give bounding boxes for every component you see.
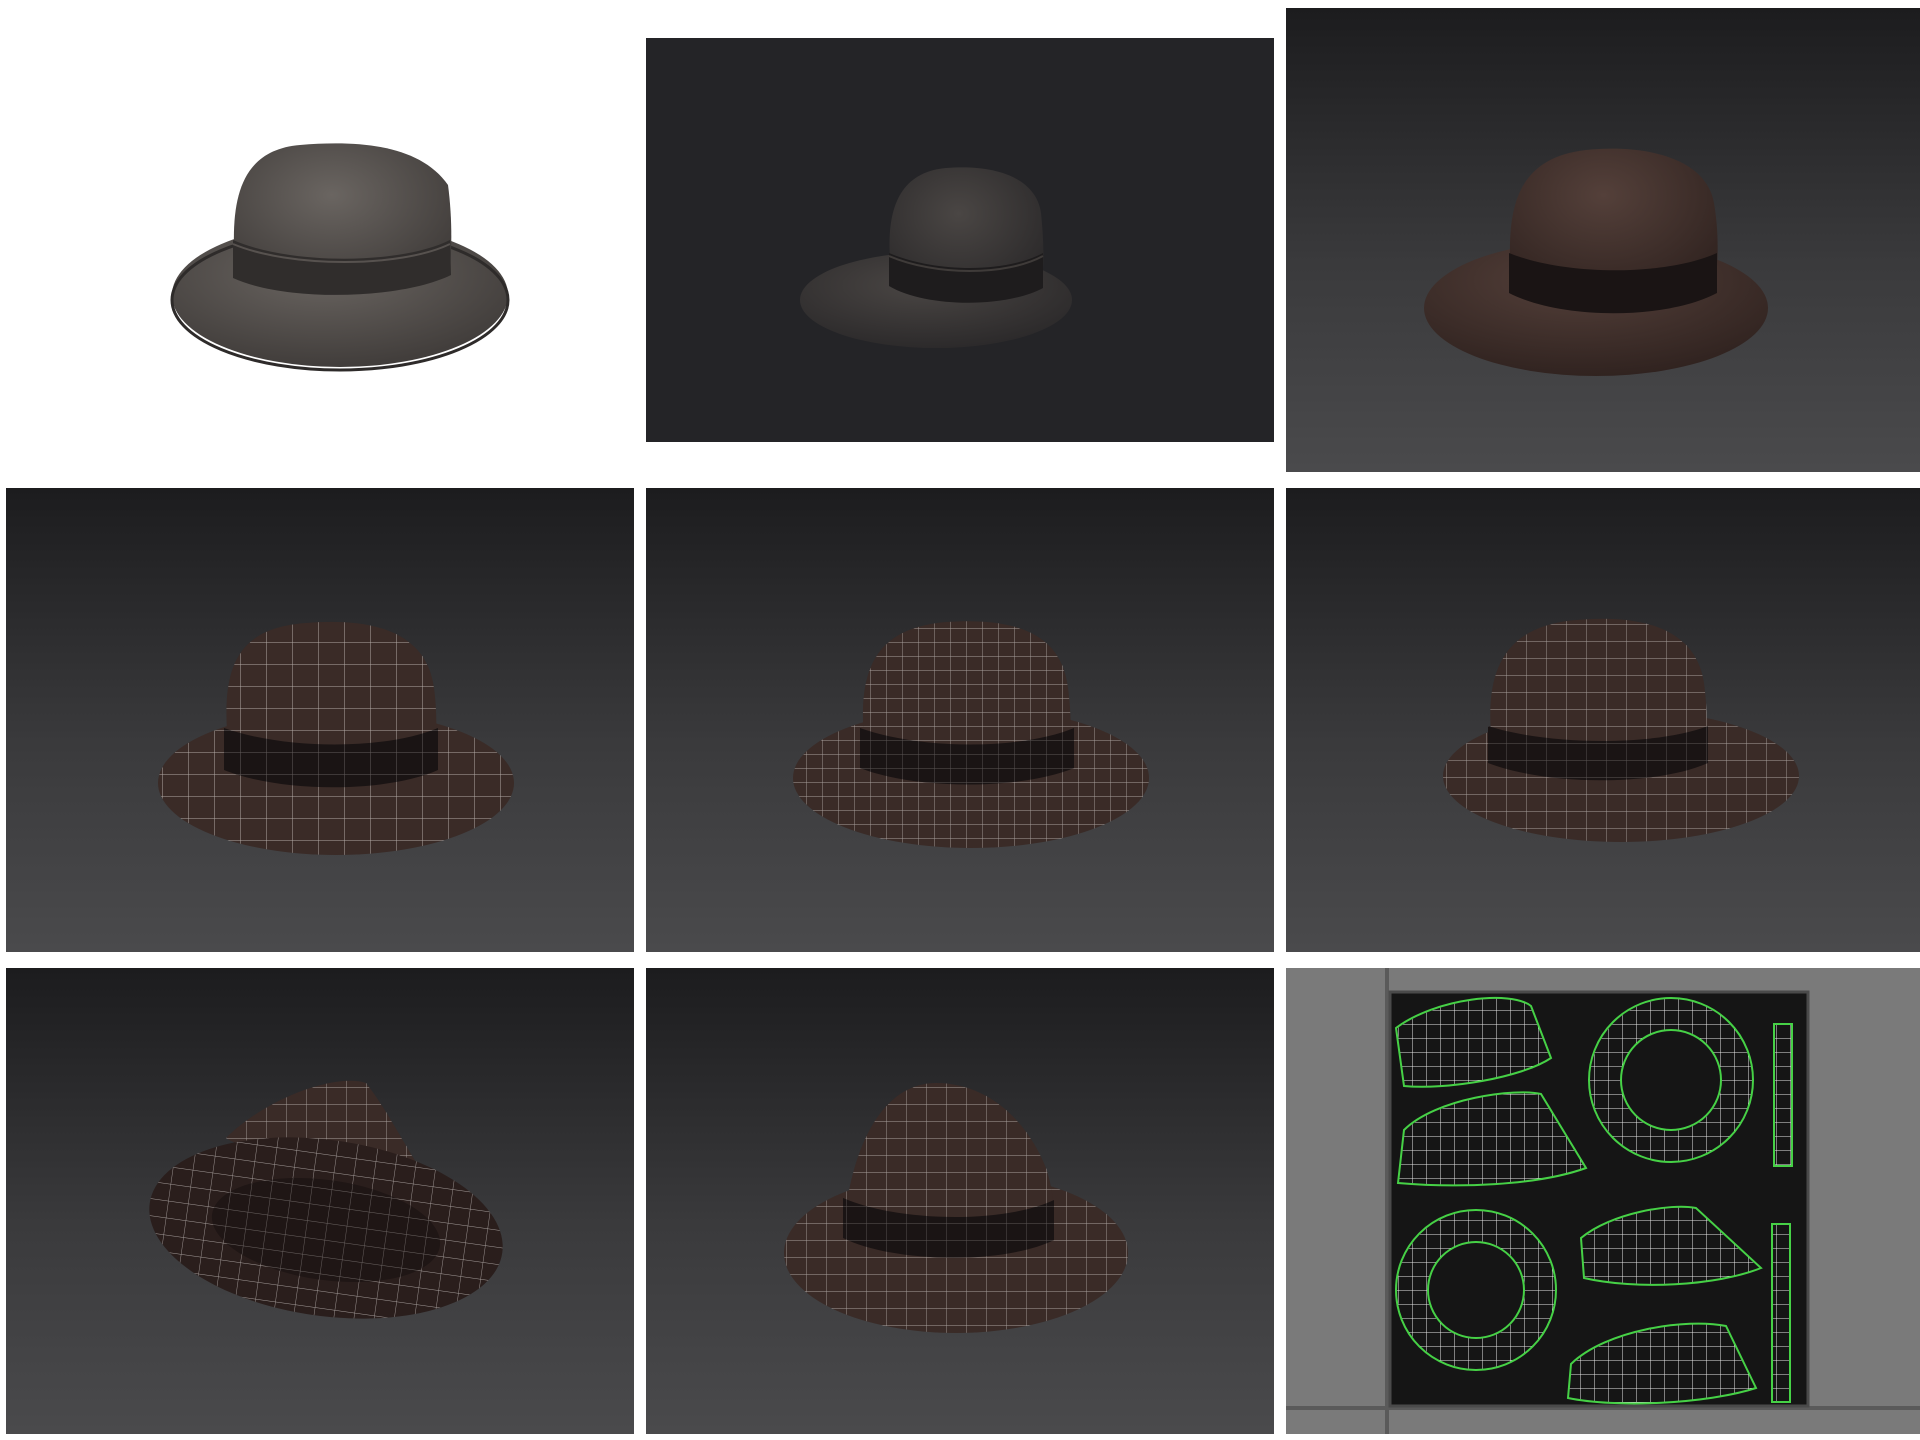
- hat-wireframe: [158, 621, 514, 855]
- hat-wireframe: [793, 621, 1149, 848]
- render-white-background: [0, 0, 634, 472]
- render-dark-background: [646, 38, 1274, 442]
- wireframe-three-quarter: [646, 968, 1274, 1434]
- hat-wireframe: [149, 1080, 503, 1319]
- hat-wireframe: [1443, 618, 1799, 842]
- uv-layout: [1286, 968, 1920, 1434]
- uv-island-brim-ring-bottom: [1395, 1209, 1557, 1371]
- uv-island-brim-ring-top: [1588, 997, 1754, 1163]
- hat-render: [1424, 148, 1768, 376]
- render-gradient-background: [1286, 8, 1920, 472]
- wireframe-underside: [6, 968, 634, 1434]
- hat-render: [800, 167, 1072, 348]
- wireframe-front-low: [6, 488, 634, 952]
- wireframe-front-dense: [646, 488, 1274, 952]
- hat-render: [170, 143, 510, 372]
- wireframe-side: [1286, 488, 1920, 952]
- hat-wireframe: [784, 1083, 1128, 1333]
- uv-island-band-strip-bottom: [1771, 1223, 1791, 1403]
- uv-editor: [1286, 968, 1920, 1434]
- uv-island-band-strip-top: [1773, 1023, 1793, 1167]
